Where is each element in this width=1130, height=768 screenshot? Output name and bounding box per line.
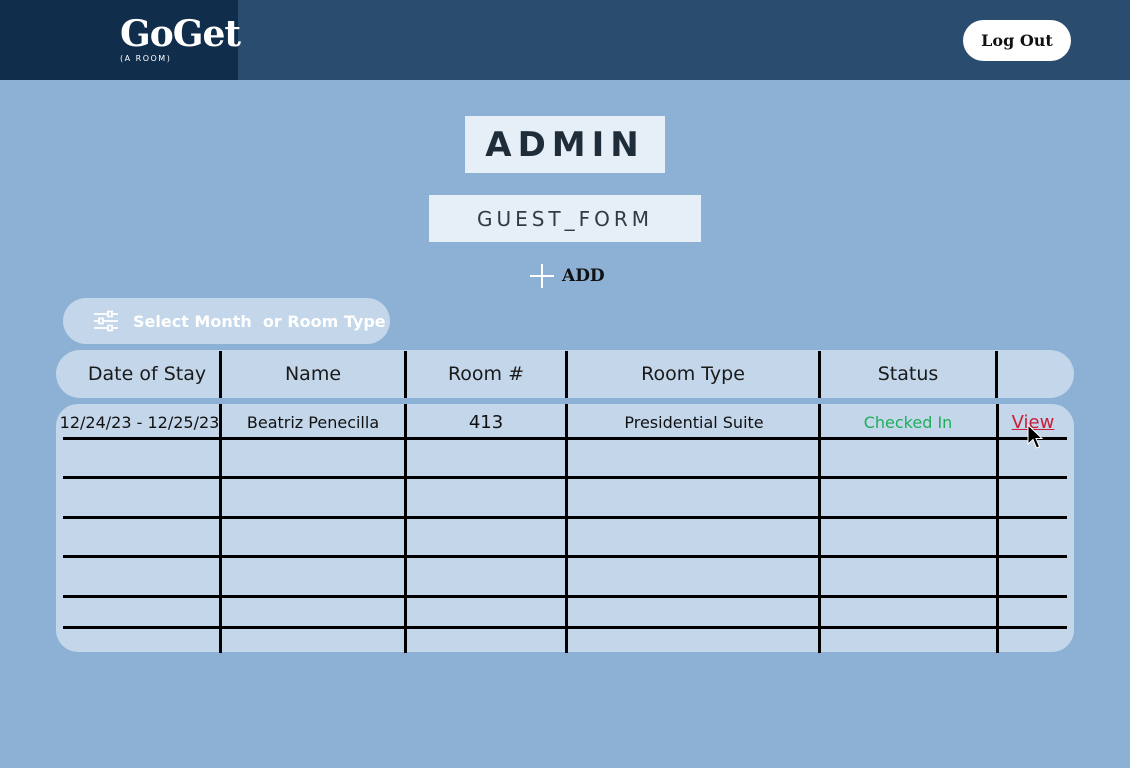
plus-icon	[528, 262, 556, 290]
column-divider	[565, 404, 568, 653]
cell-room-number: 413	[468, 411, 504, 433]
mouse-cursor-icon	[1027, 424, 1044, 449]
row-divider	[63, 595, 1067, 598]
column-header-date[interactable]: Date of Stay	[70, 350, 224, 398]
cell-room-type: Presidential Suite	[624, 412, 764, 432]
column-header-room-number[interactable]: Room #	[407, 350, 565, 398]
row-divider	[63, 437, 1067, 440]
logout-button[interactable]: Log Out	[963, 20, 1071, 61]
column-header-action	[998, 350, 1068, 398]
logo-title: GoGet	[120, 13, 241, 55]
column-header-name[interactable]: Name	[222, 350, 404, 398]
row-divider	[63, 626, 1067, 629]
admin-banner: ADMIN	[465, 116, 665, 173]
form-title-banner: GUEST_FORM	[429, 195, 701, 242]
column-divider	[219, 404, 222, 653]
row-divider	[63, 516, 1067, 519]
column-header-status[interactable]: Status	[821, 350, 995, 398]
row-divider	[63, 555, 1067, 558]
logo[interactable]: GoGet (A ROOM)	[0, 0, 241, 80]
sliders-icon	[93, 310, 119, 332]
form-title: GUEST_FORM	[476, 206, 654, 231]
filter-select[interactable]: Select Month or Room Type	[63, 298, 390, 344]
cell-status: Checked In	[863, 412, 953, 432]
add-button[interactable]: ADD	[528, 262, 605, 290]
column-header-room-type[interactable]: Room Type	[568, 350, 818, 398]
column-divider	[404, 404, 407, 653]
page-title: ADMIN	[485, 124, 645, 165]
top-bar: GoGet (A ROOM) Log Out	[0, 0, 1130, 80]
cell-name: Beatriz Penecilla	[246, 412, 380, 432]
column-divider	[996, 404, 999, 653]
logo-subtitle: (A ROOM)	[120, 54, 172, 63]
add-label: ADD	[562, 266, 605, 286]
row-divider	[63, 476, 1067, 479]
column-divider	[818, 404, 821, 653]
filter-label: Select Month or Room Type	[133, 311, 386, 331]
cell-date: 12/24/23 - 12/25/23	[59, 412, 220, 432]
